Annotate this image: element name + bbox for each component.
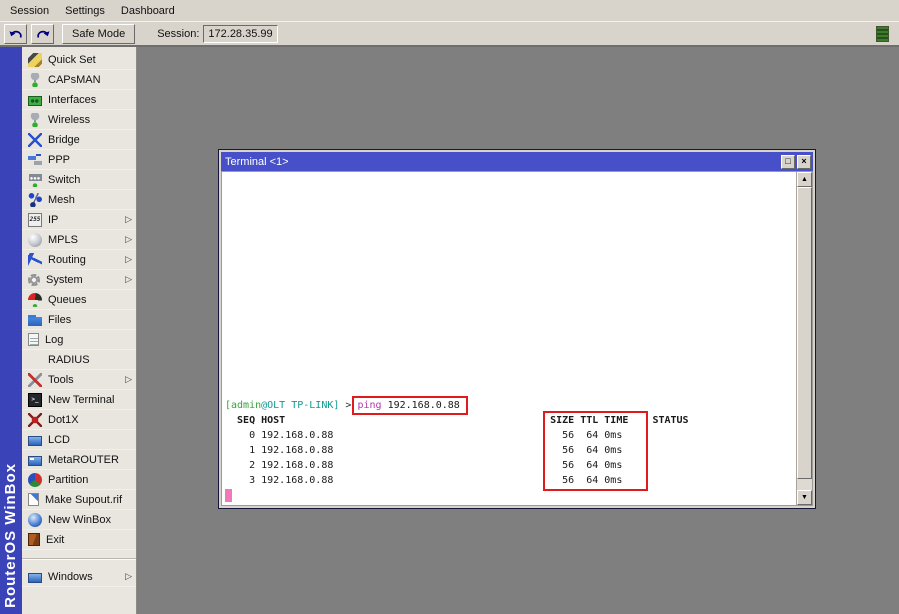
menu-item[interactable]: Session	[2, 2, 57, 20]
sidebar-item[interactable]: LCD ▷	[22, 430, 136, 450]
terminal-cursor	[225, 489, 232, 502]
sidebar-item[interactable]: Mesh ▷	[22, 190, 136, 210]
switch-icon	[28, 173, 42, 187]
toolbar: Safe Mode Session: 172.28.35.99	[0, 21, 899, 47]
sidebar-item[interactable]: Log ▷	[22, 330, 136, 350]
redo-button[interactable]	[31, 24, 54, 44]
sidebar-item[interactable]: Make Supout.rif ▷	[22, 490, 136, 510]
sidebar-item[interactable]: PPP ▷	[22, 150, 136, 170]
sidebar-item[interactable]: Wireless ▷	[22, 110, 136, 130]
sidebar-item[interactable]: MetaROUTER ▷	[22, 450, 136, 470]
sidebar-item[interactable]: Bridge ▷	[22, 130, 136, 150]
menu-bar: Session Settings Dashboard	[0, 0, 899, 21]
terminal-prompt-line: [admin@OLT TP-LINK] > ping 192.168.0.88	[222, 398, 796, 413]
windows-icon	[28, 573, 42, 583]
terminal-titlebar[interactable]: Terminal <1> □ ×	[221, 152, 813, 171]
winbox-app: Session Settings Dashboard Safe Mode Ses…	[0, 0, 899, 614]
terminal-scrollbar[interactable]: ▲ ▼	[796, 172, 812, 505]
dot1x-icon	[28, 413, 42, 427]
new-winbox-icon	[28, 513, 42, 527]
partition-icon	[28, 473, 42, 487]
sidebar-item[interactable]: New WinBox ▷	[22, 510, 136, 530]
terminal-title: Terminal <1>	[225, 156, 779, 168]
sidebar-item[interactable]: System ▷	[22, 270, 136, 290]
safe-mode-button[interactable]: Safe Mode	[62, 24, 135, 44]
maximize-button[interactable]: □	[781, 155, 795, 169]
sidebar-item[interactable]: Files ▷	[22, 310, 136, 330]
session-label: Session:	[157, 28, 199, 40]
terminal-window: Terminal <1> □ × [admin@OLT TP-LINK] > p…	[218, 149, 816, 509]
sidebar-item-windows[interactable]: Windows ▷	[22, 567, 136, 587]
terminal-output-area[interactable]: [admin@OLT TP-LINK] > ping 192.168.0.88 …	[222, 172, 796, 505]
undo-button[interactable]	[4, 24, 27, 44]
connection-status-indicator	[876, 26, 889, 42]
sidebar-item[interactable]: CAPsMAN ▷	[22, 70, 136, 90]
mdi-area: Terminal <1> □ × [admin@OLT TP-LINK] > p…	[137, 47, 899, 614]
sidebar-item[interactable]: Switch ▷	[22, 170, 136, 190]
routing-icon	[28, 253, 42, 267]
sidebar-item[interactable]: RADIUS ▷	[22, 350, 136, 370]
ppp-icon	[28, 153, 42, 167]
queues-icon	[28, 293, 42, 307]
quickset-icon	[28, 53, 42, 67]
mesh-icon	[28, 193, 42, 207]
close-button[interactable]: ×	[797, 155, 811, 169]
exit-icon	[28, 533, 40, 546]
wireless-icon	[28, 113, 42, 127]
terminal-text: [admin@OLT TP-LINK] > ping 192.168.0.88 …	[222, 398, 796, 503]
interfaces-icon	[28, 96, 42, 106]
new-terminal-icon: >_	[28, 393, 42, 407]
ping-result-row: 3 192.168.0.88 56 64 0ms	[222, 473, 796, 488]
sidebar-item[interactable]: 255 IP ▷	[22, 210, 136, 230]
submenu-arrow-icon: ▷	[125, 274, 132, 285]
sidebar-item[interactable]: Partition ▷	[22, 470, 136, 490]
sidebar-item[interactable]: Exit ▷	[22, 530, 136, 550]
undo-icon	[9, 28, 23, 40]
sidebar-item[interactable]: Dot1X ▷	[22, 410, 136, 430]
menu-item[interactable]: Dashboard	[113, 2, 183, 20]
submenu-arrow-icon: ▷	[125, 571, 132, 582]
log-icon	[28, 333, 39, 346]
ping-result-row: 0 192.168.0.88 56 64 0ms	[222, 428, 796, 443]
system-icon	[28, 274, 40, 286]
scrollbar-thumb[interactable]	[797, 187, 812, 479]
bridge-icon	[28, 133, 42, 147]
scroll-up-icon[interactable]: ▲	[797, 172, 812, 187]
submenu-arrow-icon: ▷	[125, 234, 132, 245]
files-icon	[28, 313, 42, 327]
ip-icon: 255	[28, 213, 42, 227]
capsman-icon	[28, 73, 42, 87]
branding-strip: RouterOS WinBox	[0, 47, 22, 614]
submenu-arrow-icon: ▷	[125, 214, 132, 225]
sidebar-separator	[22, 558, 136, 560]
sidebar-item[interactable]: Queues ▷	[22, 290, 136, 310]
ping-result-row: 1 192.168.0.88 56 64 0ms	[222, 443, 796, 458]
terminal-cursor-line	[222, 488, 796, 503]
radius-icon	[28, 353, 42, 367]
menu-item[interactable]: Settings	[57, 2, 113, 20]
sidebar: Quick Set ▷ CAPsMAN ▷ Interfaces ▷	[22, 47, 137, 614]
redo-icon	[36, 28, 50, 40]
lcd-icon	[28, 436, 42, 446]
supout-icon	[28, 493, 39, 506]
mpls-icon	[28, 233, 42, 247]
routeros-winbox-vertical-label: RouterOS WinBox	[2, 463, 19, 608]
ping-result-row: 2 192.168.0.88 56 64 0ms	[222, 458, 796, 473]
sidebar-item[interactable]: >_ New Terminal ▷	[22, 390, 136, 410]
ping-table-header: SEQ HOSTSIZE TTL TIMESTATUS	[222, 413, 796, 428]
sidebar-item[interactable]: Quick Set ▷	[22, 50, 136, 70]
tools-icon	[28, 373, 42, 387]
sidebar-item[interactable]: MPLS ▷	[22, 230, 136, 250]
session-field[interactable]: 172.28.35.99	[203, 25, 277, 43]
submenu-arrow-icon: ▷	[125, 254, 132, 265]
sidebar-item[interactable]: Interfaces ▷	[22, 90, 136, 110]
metarouter-icon	[28, 456, 42, 466]
sidebar-item[interactable]: Routing ▷	[22, 250, 136, 270]
sidebar-item[interactable]: Tools ▷	[22, 370, 136, 390]
submenu-arrow-icon: ▷	[125, 374, 132, 385]
scroll-down-icon[interactable]: ▼	[797, 490, 812, 505]
